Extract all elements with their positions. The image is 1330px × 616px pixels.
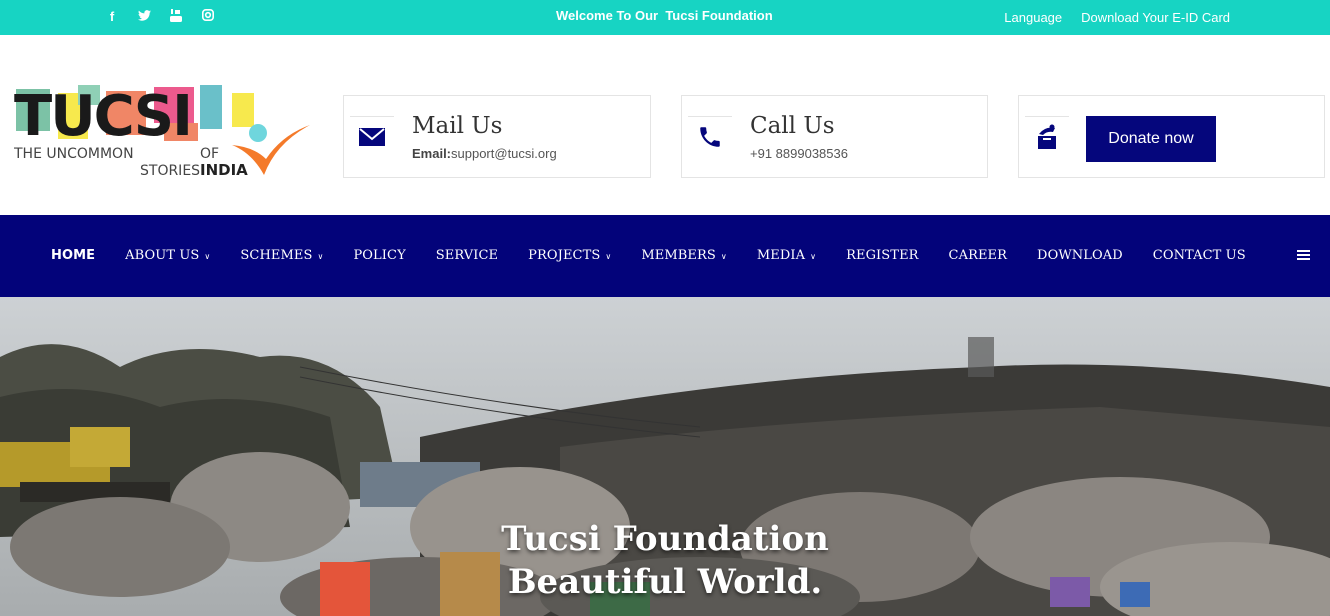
nav-item-label: DOWNLOAD <box>1037 248 1123 263</box>
phone-icon <box>688 116 732 156</box>
chevron-down-icon: ∨ <box>317 252 324 261</box>
nav-item-members[interactable]: MEMBERS ∨ <box>641 248 727 263</box>
chevron-down-icon: ∨ <box>810 252 817 261</box>
nav-item-label: CONTACT US <box>1152 248 1246 263</box>
envelope-icon <box>350 116 394 156</box>
nav-item-label: MEDIA <box>756 248 806 263</box>
youtube-icon[interactable] <box>160 9 192 25</box>
language-link[interactable]: Language <box>1004 10 1062 25</box>
nav-item-label: REGISTER <box>846 248 919 263</box>
call-us-box: Call Us +91 8899038536 <box>681 95 988 178</box>
nav-item-projects[interactable]: PROJECTS ∨ <box>528 248 611 263</box>
nav-item-contact-us[interactable]: CONTACT US <box>1153 248 1246 263</box>
donate-now-button[interactable]: Donate now <box>1086 116 1216 162</box>
logo-wordmark: TUCSI <box>14 84 191 149</box>
nav-item-home[interactable]: HOME <box>51 248 95 263</box>
top-bar: f Welcome To Our Tucsi Foundation Langua… <box>0 0 1330 35</box>
donation-box-icon <box>1025 116 1069 156</box>
nav-item-label: MEMBERS <box>641 248 716 263</box>
facebook-icon[interactable]: f <box>96 9 128 25</box>
welcome-text: Welcome To Our Tucsi Foundation <box>556 8 773 23</box>
chevron-down-icon: ∨ <box>720 252 727 261</box>
mail-us-email[interactable]: Email:support@tucsi.org <box>412 146 557 161</box>
twitter-icon[interactable] <box>128 9 160 25</box>
hero-title-line2: Beautiful World. <box>507 562 823 602</box>
mail-us-title: Mail Us <box>412 113 503 139</box>
svg-text:STORIES: STORIES <box>140 163 200 179</box>
donate-box: Donate now <box>1018 95 1325 178</box>
call-us-phone[interactable]: +91 8899038536 <box>750 146 848 161</box>
nav-item-label: POLICY <box>353 248 406 263</box>
hero-title-line1: Tucsi Foundation <box>501 519 829 559</box>
chevron-down-icon: ∨ <box>204 252 211 261</box>
nav-item-label: ABOUT US <box>125 248 200 263</box>
nav-item-policy[interactable]: POLICY <box>353 248 405 263</box>
chevron-down-icon: ∨ <box>605 252 612 261</box>
site-header: TUCSI THE UNCOMMON OF STORIES INDIA Mail… <box>0 35 1330 215</box>
tucsi-logo[interactable]: TUCSI THE UNCOMMON OF STORIES INDIA <box>13 83 314 193</box>
nav-item-media[interactable]: MEDIA ∨ <box>757 248 816 263</box>
nav-item-label: CAREER <box>948 248 1008 263</box>
instagram-icon[interactable] <box>192 9 224 25</box>
eid-card-link[interactable]: Download Your E-ID Card <box>1081 10 1230 25</box>
menu-icon[interactable] <box>1297 250 1310 261</box>
main-navigation: HOME ABOUT US ∨ SCHEMES ∨ POLICY SERVICE PROJEC… <box>0 215 1330 297</box>
svg-text:OF: OF <box>200 146 219 162</box>
svg-text:THE UNCOMMON: THE UNCOMMON <box>14 146 134 162</box>
social-links: f <box>96 9 224 25</box>
nav-item-download[interactable]: DOWNLOAD <box>1037 248 1123 263</box>
hero-banner: Tucsi Foundation Beautiful World. <box>0 297 1330 616</box>
nav-item-career[interactable]: CAREER <box>949 248 1008 263</box>
nav-item-label: PROJECTS <box>528 248 601 263</box>
svg-text:INDIA: INDIA <box>200 161 248 179</box>
nav-item-label: HOME <box>51 248 96 263</box>
nav-item-about-us[interactable]: ABOUT US ∨ <box>125 248 210 263</box>
nav-item-register[interactable]: REGISTER <box>846 248 918 263</box>
nav-item-schemes[interactable]: SCHEMES ∨ <box>240 248 323 263</box>
nav-item-service[interactable]: SERVICE <box>436 248 498 263</box>
call-us-title: Call Us <box>750 113 835 139</box>
nav-item-label: SERVICE <box>435 248 499 263</box>
nav-item-label: SCHEMES <box>240 248 313 263</box>
mail-us-box: Mail Us Email:support@tucsi.org <box>343 95 651 178</box>
